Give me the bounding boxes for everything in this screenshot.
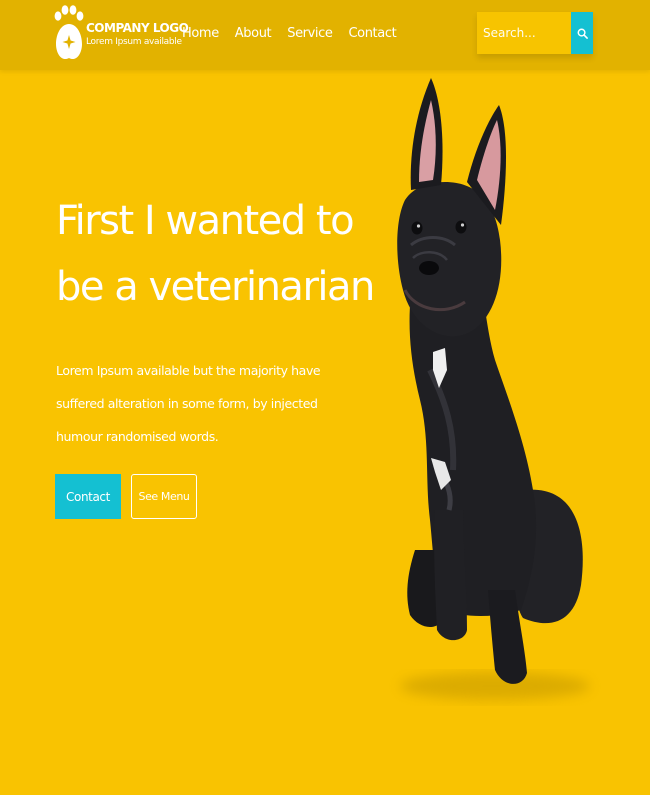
search-input[interactable] [477,12,571,54]
brand-tagline: Lorem Ipsum available [86,37,182,47]
search-box [477,12,593,54]
paw-print-logo-icon[interactable] [52,2,86,66]
site-header: COMPANY LOGO Lorem Ipsum available Home … [0,0,650,70]
brand-name: COMPANY LOGO [86,21,189,35]
see-menu-button[interactable]: See Menu [131,474,197,519]
french-bulldog-image [397,78,590,700]
search-icon [577,28,588,39]
hero-title: First I wanted to be a veterinarian [56,198,375,310]
landing-page: COMPANY LOGO Lorem Ipsum available Home … [0,0,650,795]
nav-service-link[interactable]: Service [287,24,333,44]
brand[interactable]: COMPANY LOGO Lorem Ipsum available [86,20,189,48]
search-button[interactable] [571,12,593,54]
nav-contact-link[interactable]: Contact [348,24,396,44]
contact-button[interactable]: Contact [55,474,121,519]
nav-home-link[interactable]: Home [182,24,219,44]
main-nav: Home About Service Contact [182,24,412,44]
nav-about-link[interactable]: About [235,24,272,44]
hero-description: Lorem Ipsum available but the majority h… [56,363,321,444]
